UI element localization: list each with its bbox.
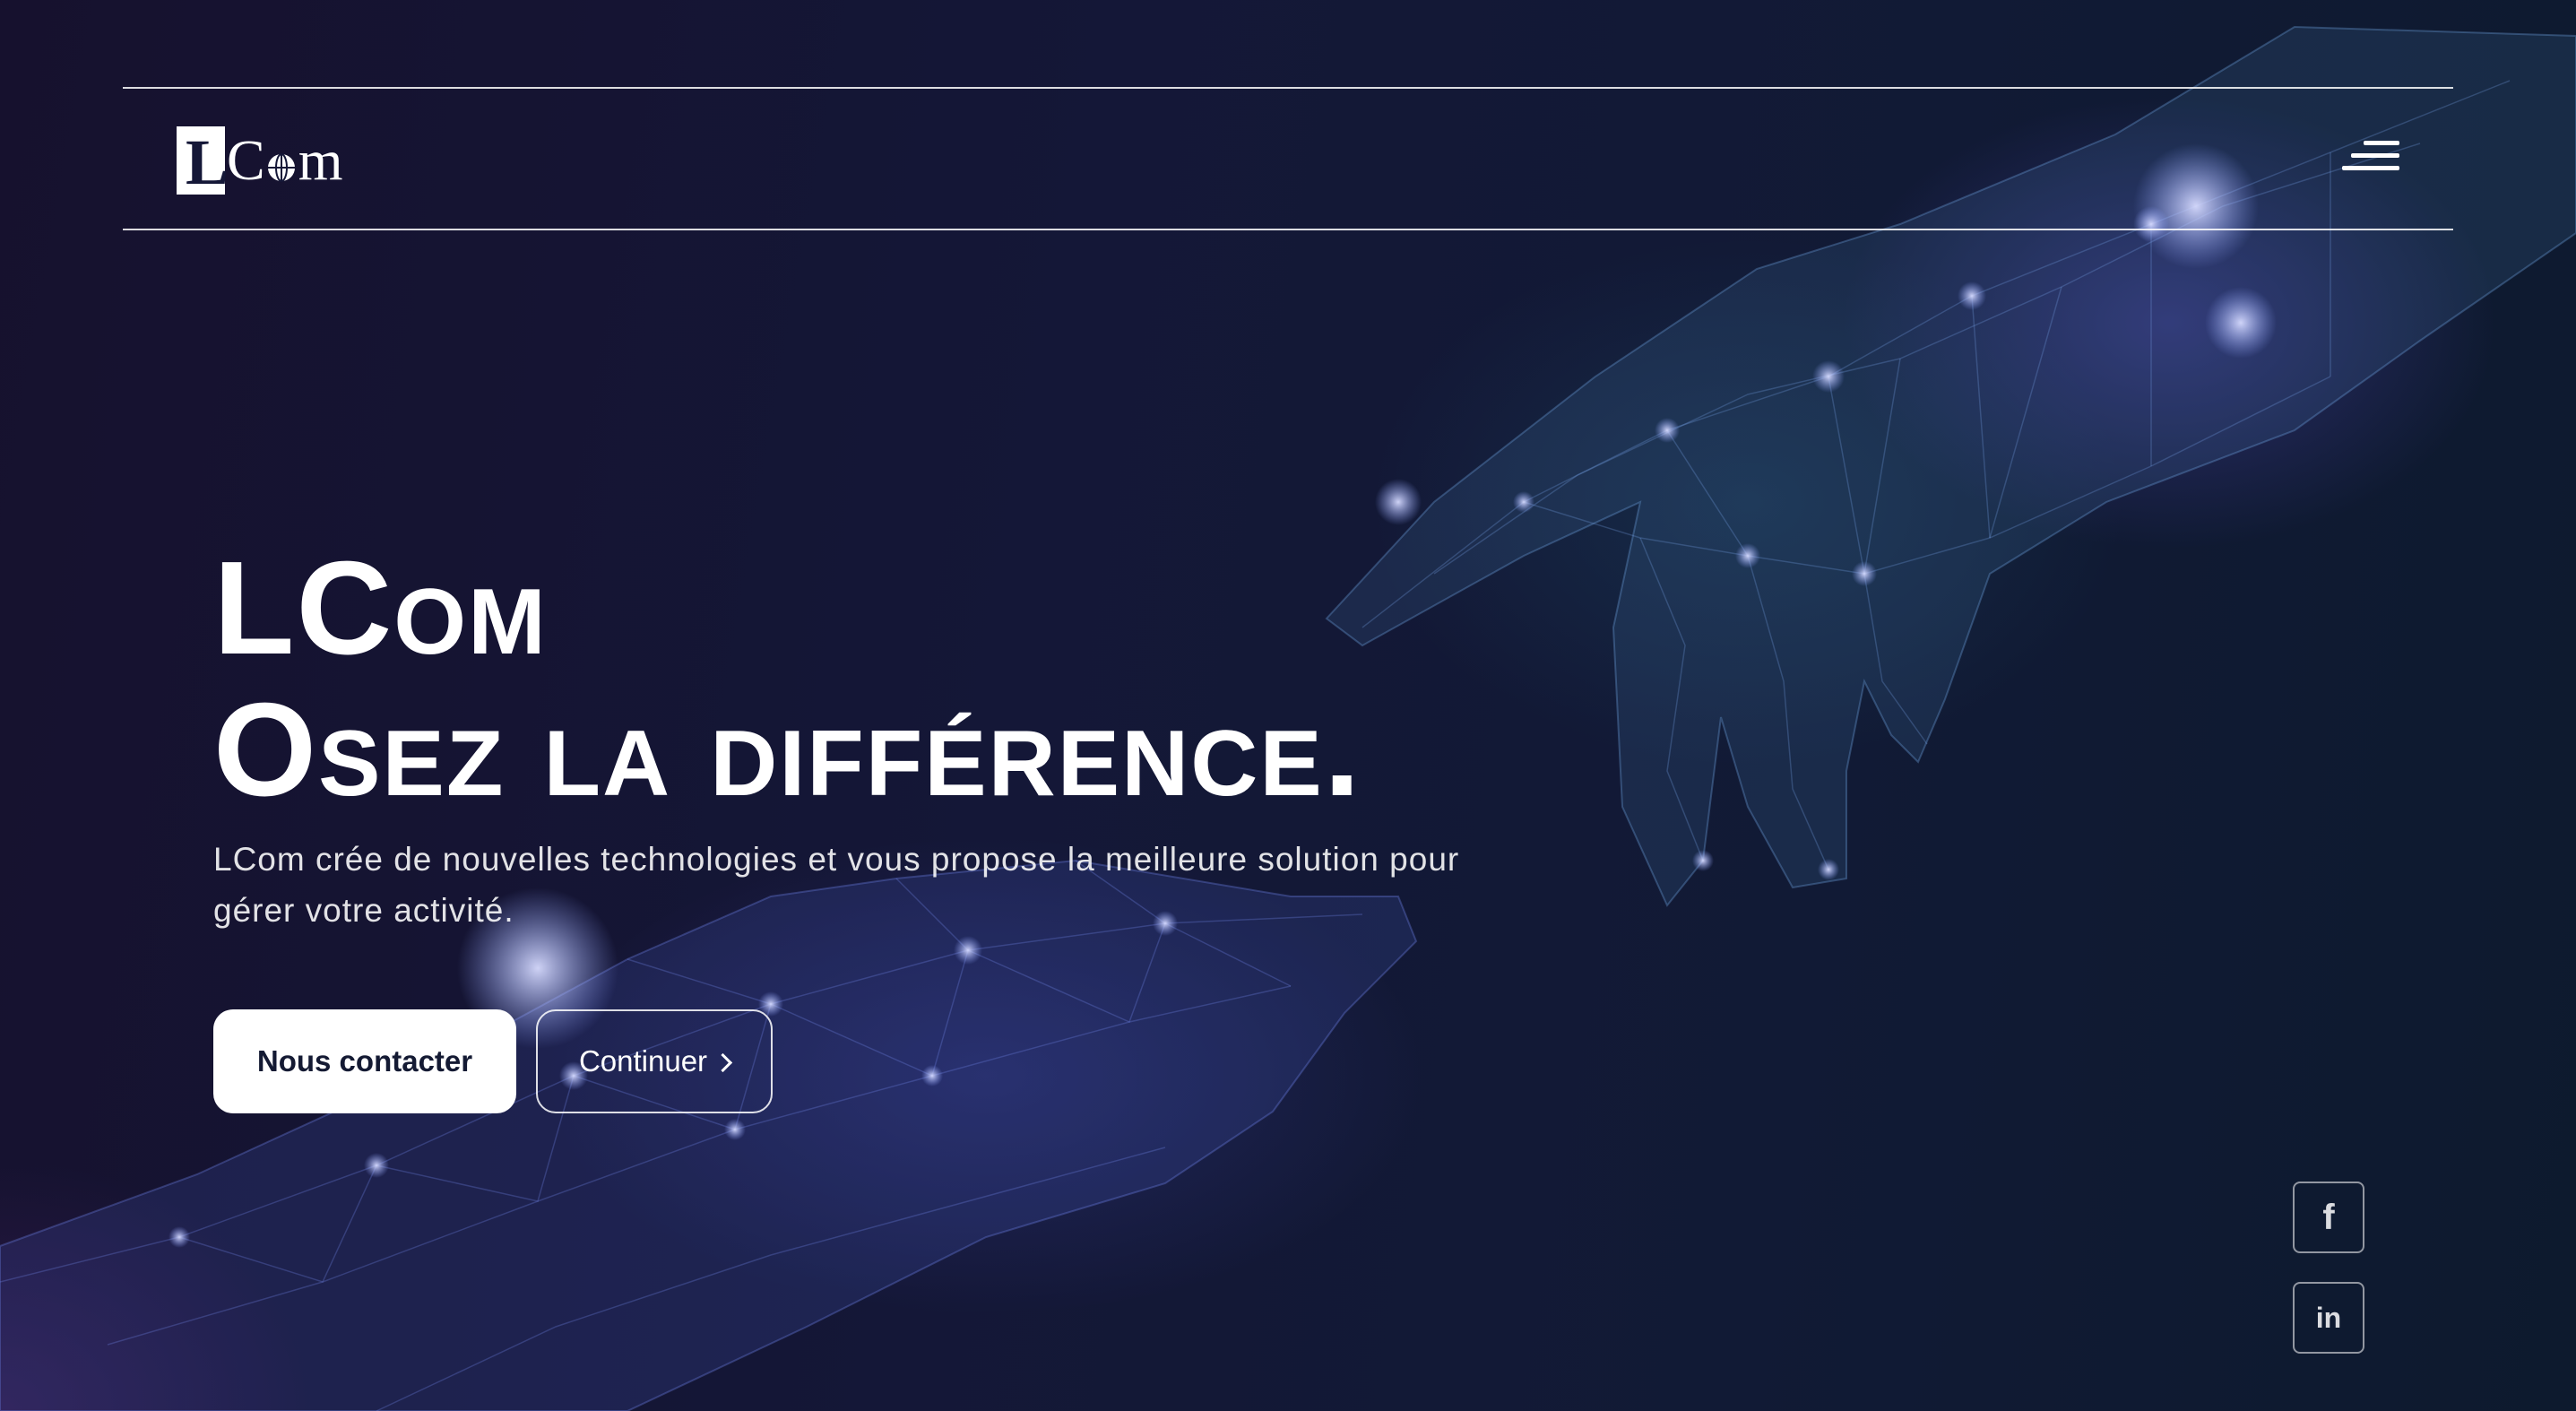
contact-button-label: Nous contacter [256, 1044, 473, 1078]
facebook-icon: f [2322, 1197, 2335, 1237]
menu-bar-middle [2351, 153, 2399, 158]
hamburger-menu-icon[interactable] [2342, 139, 2399, 175]
site-header: L C m [123, 87, 2453, 230]
logo-wordmark: C m [227, 126, 343, 195]
facebook-link[interactable]: f [2293, 1182, 2364, 1253]
hero-page: L C m LCom Osez la différence. LCom crée… [0, 0, 2576, 1411]
chevron-right-icon [713, 1052, 733, 1072]
hero-section: LCom Osez la différence. LCom crée de no… [213, 538, 1558, 936]
contact-button[interactable]: Nous contacter [213, 1009, 516, 1113]
hero-actions: Nous contacter Continuer [213, 1009, 773, 1113]
hero-title-line-1: LCom [213, 534, 548, 682]
hero-description: LCom crée de nouvelles technologies et v… [213, 841, 1460, 929]
menu-bar-top [2364, 141, 2399, 145]
social-links: f in [2293, 1182, 2364, 1354]
continue-button-label: Continuer [578, 1044, 708, 1078]
menu-bar-bottom [2342, 166, 2399, 170]
globe-icon [267, 153, 295, 182]
linkedin-icon: in [2315, 1301, 2342, 1334]
logo-wordmark-end: m [298, 128, 343, 192]
hero-title: LCom Osez la différence. [213, 538, 1558, 821]
linkedin-link[interactable]: in [2293, 1282, 2364, 1354]
logo-mark: L [177, 126, 229, 195]
logo-wordmark-start: C [227, 128, 265, 192]
lcom-logo[interactable]: L C m [177, 125, 343, 196]
hero-title-line-2: Osez la différence. [213, 676, 1362, 824]
logo-mark-letter: L [186, 126, 229, 198]
continue-button[interactable]: Continuer [536, 1009, 773, 1113]
